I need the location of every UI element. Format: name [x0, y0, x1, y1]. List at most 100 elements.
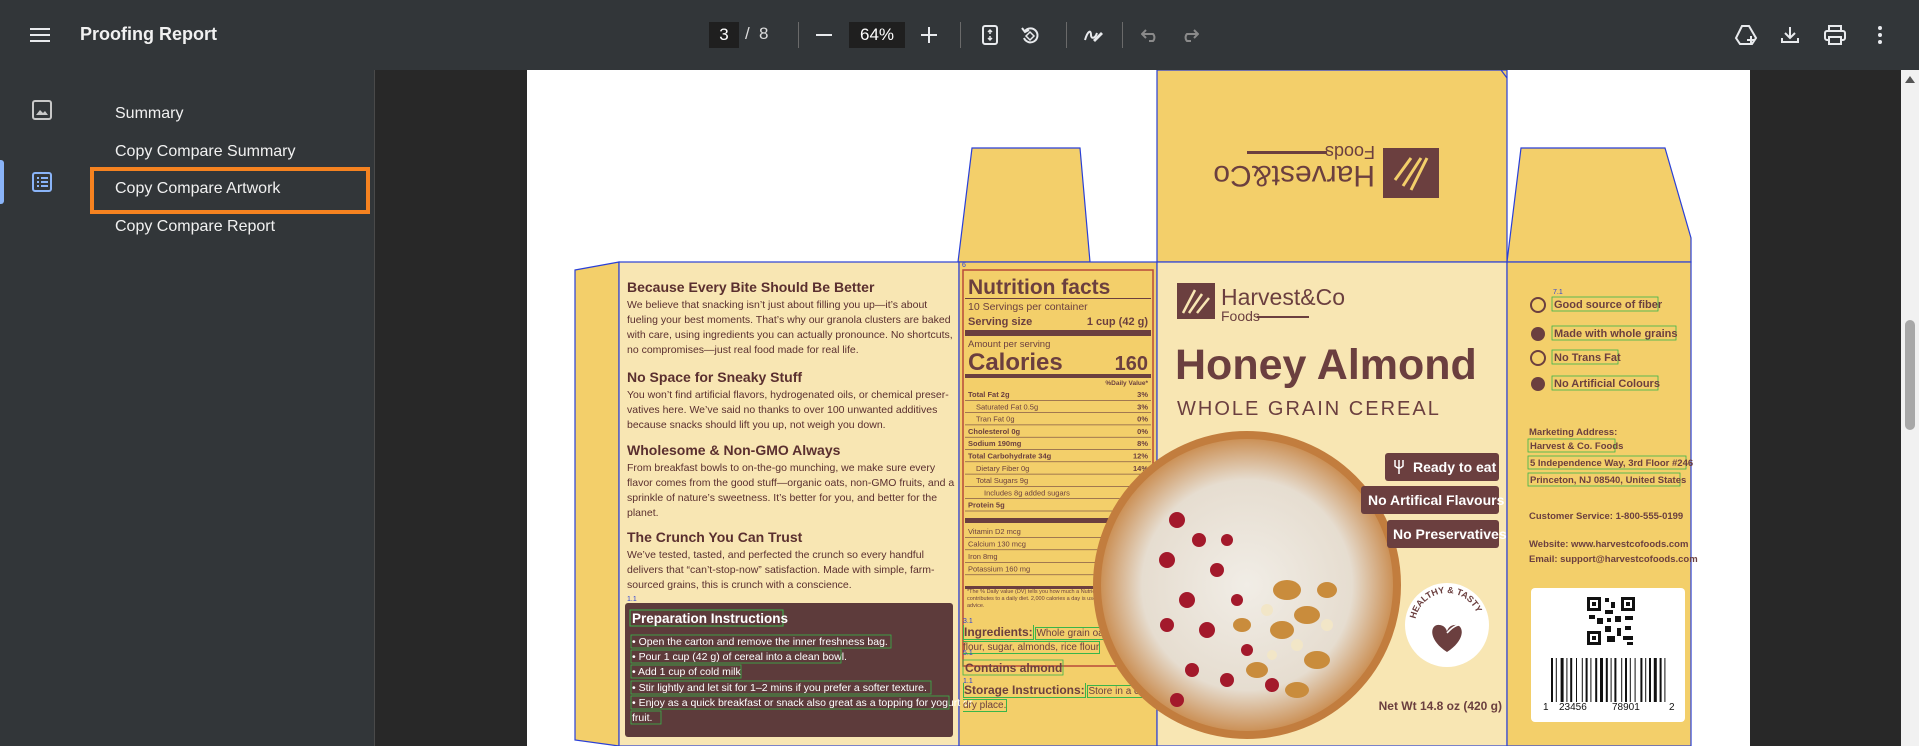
zoom-in-icon[interactable] [917, 23, 941, 47]
claim-4: No Artificial Colours [1554, 378, 1660, 390]
address-line-3: Princeton, NJ 08540, United States [1530, 475, 1686, 486]
nutrition-row-label: Total Carbohydrate 34g [968, 452, 1052, 461]
barcode-bar [1625, 658, 1627, 702]
prep-line-2: • Pour 1 cup (42 g) of cereal into a cle… [632, 651, 847, 663]
brand-front: Harvest&Co [1221, 284, 1345, 310]
current-page-input[interactable]: 3 [709, 22, 739, 48]
prep-line-5: • Enjoy as a quick breakfast or snack al… [632, 697, 973, 709]
save-to-drive-icon[interactable] [1734, 23, 1758, 47]
page-separator: / [745, 24, 750, 43]
toolbar-divider [1122, 22, 1123, 48]
carton-side-flap-right [1506, 147, 1692, 263]
outline-item-summary[interactable]: Summary [115, 105, 183, 123]
nutrition-row-label: Total Fat 2g [968, 390, 1010, 399]
nutrition-row-rule [965, 461, 1151, 463]
nutrition-row-rule [965, 449, 1151, 450]
barcode-bar [1614, 658, 1617, 702]
barcode-bar [1649, 658, 1651, 702]
nutrition-row-value: 3% [1137, 402, 1148, 411]
prep-title: Preparation Instructions [632, 611, 788, 626]
rotate-icon[interactable] [1018, 23, 1042, 47]
scroll-thumb[interactable] [1905, 320, 1915, 430]
outline-item-copy-compare-summary[interactable]: Copy Compare Summary [115, 143, 296, 161]
barcode-bar [1560, 658, 1564, 702]
nutrition-row-rule [965, 473, 1151, 475]
fit-page-icon[interactable] [978, 23, 1002, 47]
mineral-row-label: Potassium 160 mg [968, 565, 1030, 574]
badge-no-artificial-flavours: No Artifical Flavours [1368, 492, 1505, 508]
back-heading-2: No Space for Sneaky Stuff [627, 369, 802, 385]
download-icon[interactable] [1778, 23, 1802, 47]
calories-label: Calories [968, 349, 1063, 376]
claim-3: No Trans Fat [1554, 352, 1621, 364]
barcode-bar [1621, 658, 1623, 702]
back-body-3: From breakfast bowls to on-the-go munchi… [627, 462, 955, 519]
back-body-1: We believe that snacking isn’t just abou… [627, 299, 953, 356]
back-heading-4: The Crunch You Can Trust [627, 529, 803, 545]
barcode-bar [1600, 658, 1603, 702]
brand-front-sub: Foods [1221, 308, 1260, 324]
mineral-row-label: Calcium 130 mcg [968, 540, 1026, 549]
scroll-up-arrow-icon[interactable] [1905, 76, 1915, 83]
badge-ready-to-eat: Ready to eat [1413, 459, 1497, 475]
nutrition-servings: 10 Servings per container [968, 301, 1088, 313]
back-body-2: You won’t find artificial flavors, hydro… [627, 389, 949, 431]
back-body-4: We’ve tested, tasted, and perfected the … [627, 549, 935, 591]
prep-line-3: • Add 1 cup of cold milk [632, 666, 741, 678]
nutrition-row-value: 0% [1137, 427, 1148, 436]
contains-marker: 5.1 [963, 650, 973, 657]
nutrition-row-label: Includes 8g added sugars [984, 488, 1070, 497]
claim-2: Made with whole grains [1554, 328, 1677, 340]
zoom-input[interactable]: 64% [849, 22, 905, 48]
customer-service: Customer Service: 1-800-555-0199 [1529, 511, 1683, 522]
claim-1: Good source of fiber [1554, 299, 1663, 311]
cereal-bowl-image [1093, 431, 1401, 739]
pdf-page: Harvest&Co Foods Because Every Bite Shou… [527, 70, 1750, 746]
active-tab-indicator [0, 160, 4, 204]
barcode-bar [1595, 658, 1598, 702]
thumbnails-tab-icon[interactable] [28, 96, 56, 124]
document-title: Proofing Report [80, 24, 217, 44]
menu-icon[interactable] [28, 23, 52, 47]
back-heading-3: Wholesome & Non-GMO Always [627, 442, 841, 458]
address-label: Marketing Address: [1529, 427, 1617, 438]
barcode-bar [1576, 658, 1577, 702]
nutrition-row-value: 12% [1133, 452, 1148, 461]
nutrition-row-label: Total Sugars 9g [976, 476, 1028, 485]
print-icon[interactable] [1823, 23, 1847, 47]
nutrition-row-label: Cholesterol 0g [968, 427, 1021, 436]
storage-label: Storage Instructions: [963, 683, 1086, 698]
vertical-scrollbar[interactable] [1901, 70, 1919, 746]
email: Email: support@harvestcofoods.com [1529, 554, 1698, 565]
outline-tab-icon[interactable] [28, 168, 56, 196]
product-name: Honey Almond [1175, 341, 1477, 389]
undo-icon[interactable] [1138, 23, 1162, 47]
selected-item-highlight [90, 167, 370, 214]
barcode-bar [1659, 658, 1662, 702]
badge-no-preservatives: No Preservatives [1393, 526, 1507, 542]
redo-icon[interactable] [1178, 23, 1202, 47]
serving-size-value: 1 cup (42 g) [1087, 316, 1148, 328]
toolbar-divider [960, 22, 961, 48]
more-options-icon[interactable] [1868, 23, 1892, 47]
ingredients-marker: 3.1 [963, 618, 973, 625]
nutrition-row-label: Dietary Fiber 0g [976, 464, 1029, 473]
barcode-bar [1610, 658, 1612, 702]
nutrition-title: Nutrition facts [968, 276, 1110, 299]
ingredients-label: Ingredients: [963, 625, 1034, 640]
calories-value: 160 [1115, 353, 1148, 375]
contains-text: Contains almond [965, 661, 1062, 675]
barcode-bar [1570, 658, 1573, 702]
nutrition-row-label: Protein 5g [968, 501, 1005, 510]
barcode-bar [1581, 658, 1583, 702]
prep-marker: 1.1 [627, 596, 637, 603]
zoom-out-icon[interactable] [812, 23, 836, 47]
draw-icon[interactable] [1082, 23, 1106, 47]
barcode-bar [1605, 658, 1608, 702]
barcode-left: 1 [1543, 702, 1549, 713]
outline-item-copy-compare-report[interactable]: Copy Compare Report [115, 218, 275, 236]
serving-size-label: Serving size [968, 316, 1032, 328]
product-sub: WHOLE GRAIN CEREAL [1177, 398, 1441, 420]
barcode-bar [1629, 658, 1631, 702]
prep-line-4: • Stir lightly and let sit for 1–2 mins … [632, 682, 927, 694]
